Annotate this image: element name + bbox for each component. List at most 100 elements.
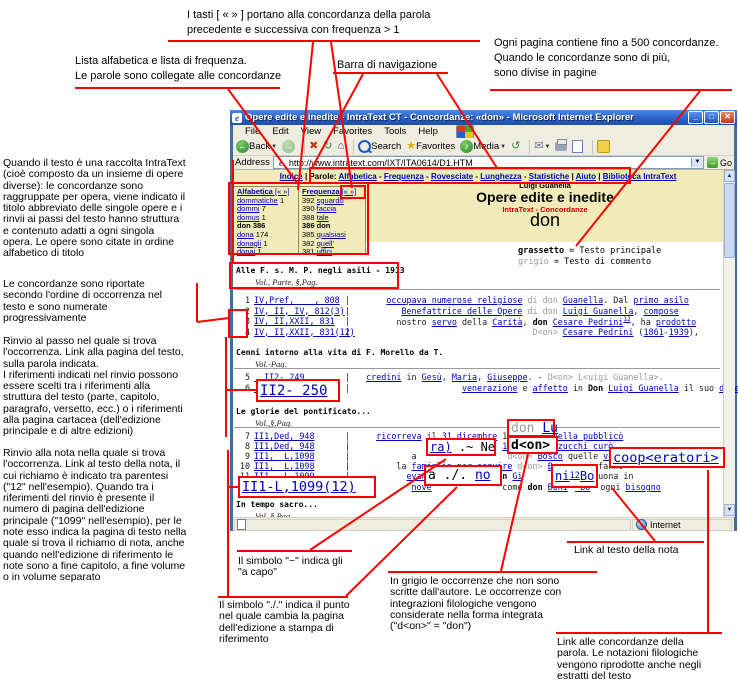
text-fragment: d<on> — [517, 461, 542, 471]
concordance-row: 1IV,Pref, , 808| occupava numerose relig… — [237, 295, 689, 305]
menu-favorites[interactable]: Favorites — [333, 126, 372, 137]
text-link[interactable]: Cesare Pedrini — [563, 327, 634, 337]
text-link[interactable]: ra) — [430, 440, 452, 454]
text-link[interactable]: venerazione — [462, 383, 517, 393]
text-link[interactable]: Guanella — [563, 295, 603, 305]
search-button[interactable]: Search — [358, 140, 401, 153]
text-link[interactable]: servo — [432, 317, 457, 327]
title-bar[interactable]: e Opere edite e inedite - IntraText CT -… — [230, 110, 737, 125]
scroll-up-icon[interactable]: ▲ — [724, 170, 735, 182]
print-button[interactable] — [555, 142, 567, 151]
reference-link[interactable]: II1,Ded, 948 — [254, 431, 345, 441]
menu-file[interactable]: File — [245, 126, 260, 137]
text-link[interactable]: Gesù — [422, 372, 442, 382]
dropdown-icon[interactable]: ▼ — [500, 144, 506, 150]
annotation-barra: Barra di navigazione — [337, 58, 437, 73]
text-link[interactable]: 12 — [623, 316, 630, 323]
edit-icon — [572, 140, 583, 153]
annotation-grigio: In grigio le occorrenze che non sono scr… — [390, 576, 561, 632]
text-link[interactable]: prodotto — [656, 317, 696, 327]
reference-link[interactable]: IV, II, IV, 812(3) — [254, 306, 345, 316]
scroll-down-icon[interactable]: ▼ — [724, 504, 735, 516]
go-button[interactable]: → Go — [707, 157, 732, 168]
menu-edit[interactable]: Edit — [272, 126, 288, 137]
occurrence-number: 1 — [237, 295, 250, 305]
dropdown-icon[interactable]: ▼ — [545, 144, 551, 150]
minimize-button[interactable]: _ — [688, 111, 703, 124]
text-link[interactable]: Luigi Guanella — [563, 306, 634, 316]
separator: | — [345, 461, 350, 471]
text-link[interactable]: credini — [366, 372, 401, 382]
text-link[interactable]: II1-L,1099(12) — [242, 479, 356, 495]
reference-link[interactable]: IV, II,XXII, 831(12) — [254, 327, 345, 337]
text-fragment: don — [528, 482, 548, 492]
work-title-highlight-box — [229, 262, 399, 289]
text-link[interactable]: Maria — [452, 372, 477, 382]
text-fragment: d<on> — [511, 438, 550, 453]
text-link[interactable]: Benefattrice delle Opere — [401, 306, 522, 316]
dropdown-icon[interactable]: ▼ — [271, 144, 277, 150]
text-link[interactable]: ricorreva — [376, 431, 421, 441]
annotation-conclink: Link alle concordanze della parola. Le n… — [557, 637, 701, 682]
text-link[interactable]: compose — [643, 306, 678, 316]
menu-tools[interactable]: Tools — [384, 126, 406, 137]
history-button[interactable]: ↺ — [511, 140, 520, 153]
status-pane — [234, 519, 631, 531]
reference-link[interactable]: II1,Ded, 948 — [254, 441, 345, 451]
messenger-icon — [597, 140, 610, 153]
reference-link[interactable]: II1, L,1098 — [254, 461, 345, 471]
menu-help[interactable]: Help — [418, 126, 438, 137]
text-link[interactable]: no — [475, 468, 491, 483]
reference-link[interactable]: IV,Pref, , 808 — [254, 295, 345, 305]
text-link[interactable]: Cesare Pedrini — [553, 317, 624, 327]
text-fragment: , — [522, 317, 532, 327]
messenger-button[interactable] — [597, 140, 610, 153]
forward-button[interactable]: → — [282, 140, 295, 153]
text-link[interactable]: Bo — [580, 469, 594, 483]
text-link[interactable]: 1861 — [643, 327, 663, 337]
window-title: Opere edite e inedite - IntraText CT - C… — [245, 112, 687, 123]
text-link[interactable]: 1939 — [669, 327, 689, 337]
back-button[interactable]: ← Back▼ — [236, 140, 277, 153]
edit-button[interactable] — [572, 140, 583, 153]
address-dropdown-icon[interactable]: ▼ — [691, 158, 703, 167]
occurrence-number: 10 — [237, 461, 250, 471]
text-link[interactable]: Giuseppe — [487, 372, 527, 382]
context-text: nostro servo della Carità, don Cesare Pe… — [356, 316, 696, 327]
text-link[interactable]: affetto — [533, 383, 568, 393]
reference-link[interactable]: IV, II,XXII, 831 — [254, 316, 345, 327]
text-link[interactable]: bisogno — [626, 482, 661, 492]
media-button[interactable]: ♪ Media▼ — [460, 140, 506, 153]
favorites-button[interactable]: ★ Favorites — [406, 140, 455, 153]
freq-arrows-highlight-box — [340, 185, 366, 199]
text-fragment — [356, 306, 401, 316]
refresh-button[interactable]: ↻ — [323, 140, 332, 153]
text-fragment: e — [517, 383, 532, 393]
text-link[interactable]: ni — [555, 469, 569, 483]
text-link[interactable]: Carità — [492, 317, 522, 327]
separator: | — [345, 327, 350, 337]
toolbar-label: Media — [473, 141, 499, 152]
menu-view[interactable]: View — [301, 126, 321, 137]
text-link[interactable]: occupava numerose religiose — [386, 295, 522, 305]
maximize-button[interactable]: □ — [704, 111, 719, 124]
legend-key: grassetto — [518, 246, 564, 256]
text-link[interactable]: Luigi Guanella — [608, 383, 679, 393]
close-button[interactable]: ✕ — [720, 111, 735, 124]
text-link[interactable]: Indice — [280, 172, 303, 181]
home-button[interactable]: ⌂ — [338, 140, 345, 153]
reference-link[interactable]: II1, L,1098 — [254, 451, 345, 461]
annotation-quando: Quando il testo è una raccolta IntraText… — [3, 158, 186, 260]
scrollbar-thumb[interactable] — [724, 183, 735, 258]
separator: | — [345, 431, 350, 441]
annotation-keys: I tasti [ « » ] portano alla concordanza… — [187, 8, 430, 38]
text-link[interactable]: II2- 250 — [260, 383, 327, 399]
magnified-callout-donlu: don Lu — [507, 419, 555, 437]
text-link[interactable]: coop<eratori> — [613, 450, 719, 466]
mail-button[interactable]: ✉▼ — [534, 140, 550, 153]
stop-button[interactable]: ✖ — [309, 140, 318, 153]
text-link[interactable]: Gi — [512, 471, 522, 481]
text-link[interactable]: primo asilo — [633, 295, 688, 305]
text-link[interactable]: 12 — [569, 471, 579, 481]
text-link[interactable]: Lu — [542, 421, 558, 436]
